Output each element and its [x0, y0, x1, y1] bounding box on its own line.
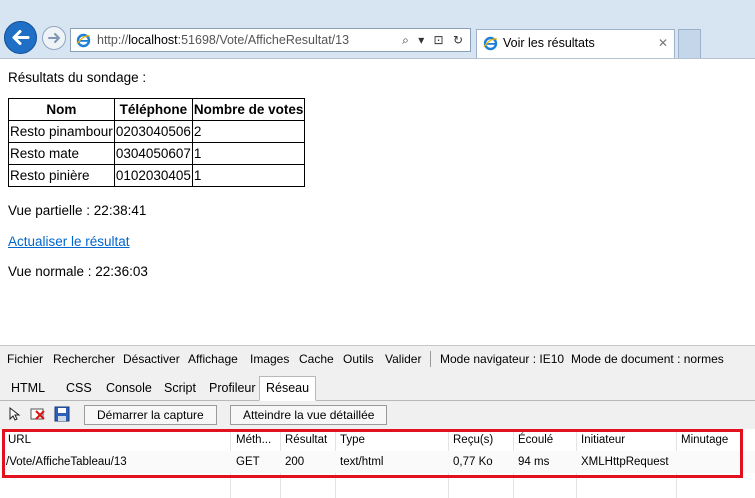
address-url: http://localhost:51698/Vote/AfficheResul…: [97, 29, 349, 51]
partial-view-time: Vue partielle : 22:38:41: [8, 203, 147, 218]
cell-votes: 2: [191, 120, 306, 143]
request-url: /Vote/AfficheTableau/13: [6, 456, 127, 468]
network-request-row[interactable]: /Vote/AfficheTableau/13 GET 200 text/htm…: [0, 451, 755, 473]
request-method: GET: [236, 456, 260, 468]
start-capture-button[interactable]: Démarrer la capture: [84, 405, 217, 425]
request-result: 200: [285, 456, 305, 468]
table-row: Resto pinambour 0203040506 2: [8, 120, 306, 143]
address-tools[interactable]: ⌕ ▾ ⊡ ↻: [402, 29, 466, 51]
column-header-method[interactable]: Méth...: [236, 429, 271, 451]
menu-separator: [430, 351, 431, 367]
column-header-elapsed[interactable]: Écoulé: [518, 429, 553, 451]
menu-file[interactable]: Fichier: [7, 346, 43, 372]
menu-tools[interactable]: Outils: [343, 346, 374, 372]
column-header-type[interactable]: Type: [340, 429, 365, 451]
request-received: 0,77 Ko: [453, 456, 493, 468]
developer-tools-panel: Fichier Rechercher Désactiver Affichage …: [0, 345, 755, 498]
cell-name: Resto pinière: [8, 164, 115, 187]
tab-ie-logo-icon: [483, 36, 498, 51]
normal-view-time: Vue normale : 22:36:03: [8, 264, 148, 279]
menu-disable[interactable]: Désactiver: [123, 346, 180, 372]
menu-images[interactable]: Images: [250, 346, 289, 372]
cell-votes: 1: [191, 142, 306, 165]
arrow-right-icon: [48, 33, 60, 43]
column-header-initiator[interactable]: Initiateur: [581, 429, 625, 451]
tab-close-icon[interactable]: ✕: [658, 30, 668, 56]
save-icon[interactable]: [54, 406, 70, 422]
browser-tab[interactable]: Voir les résultats ✕: [476, 29, 675, 58]
select-element-icon[interactable]: [7, 406, 23, 422]
cell-phone: 0102030405: [113, 164, 193, 187]
menu-document-mode[interactable]: Mode de document : normes: [571, 346, 724, 372]
network-header-row: URL Méth... Résultat Type Reçu(s) Écoulé…: [0, 429, 755, 452]
menu-validate[interactable]: Valider: [385, 346, 421, 372]
table-header-row: Nom Téléphone Nombre de votes: [8, 98, 306, 121]
new-tab-button[interactable]: [678, 29, 701, 58]
menu-browser-mode[interactable]: Mode navigateur : IE10: [440, 346, 564, 372]
url-host: localhost: [128, 33, 178, 47]
browser-chrome: http://localhost:51698/Vote/AfficheResul…: [0, 0, 755, 59]
request-type: text/html: [340, 456, 384, 468]
tab-console[interactable]: Console: [106, 377, 152, 400]
tab-script[interactable]: Script: [164, 377, 196, 400]
devtools-tabs: HTML CSS Console Script Profileur Réseau: [0, 373, 755, 401]
results-table: Nom Téléphone Nombre de votes Resto pina…: [8, 98, 306, 187]
column-header-result[interactable]: Résultat: [285, 429, 327, 451]
forward-button[interactable]: [42, 26, 66, 50]
request-initiator: XMLHttpRequest: [581, 456, 669, 468]
back-button[interactable]: [4, 21, 37, 54]
devtools-toolbar: Démarrer la capture Atteindre la vue dét…: [0, 402, 755, 427]
cell-name: Resto pinambour: [8, 120, 115, 143]
column-header: Nombre de votes: [191, 98, 306, 121]
menu-cache[interactable]: Cache: [299, 346, 334, 372]
url-path: :51698/Vote/AfficheResultat/13: [177, 33, 350, 47]
tab-network[interactable]: Réseau: [259, 376, 317, 401]
table-row: Resto mate 0304050607 1: [8, 142, 306, 165]
tab-profiler[interactable]: Profileur: [209, 377, 256, 400]
page-heading: Résultats du sondage :: [8, 70, 147, 85]
table-row: Resto pinière 0102030405 1: [8, 164, 306, 187]
tab-html[interactable]: HTML: [11, 377, 45, 400]
cell-votes: 1: [191, 164, 306, 187]
detailed-view-button[interactable]: Atteindre la vue détaillée: [230, 405, 388, 425]
cell-phone: 0304050607: [113, 142, 193, 165]
menu-search[interactable]: Rechercher: [53, 346, 115, 372]
request-elapsed: 94 ms: [518, 456, 550, 468]
column-header-timing[interactable]: Minutage: [681, 429, 728, 451]
address-bar[interactable]: http://localhost:51698/Vote/AfficheResul…: [70, 28, 471, 52]
column-header-url[interactable]: URL: [8, 429, 31, 451]
cell-phone: 0203040506: [113, 120, 193, 143]
column-header: Téléphone: [113, 98, 193, 121]
ie-logo-icon: [76, 33, 91, 48]
arrow-left-icon: [12, 30, 30, 45]
tab-title: Voir les résultats: [503, 36, 595, 50]
clear-cache-icon[interactable]: [30, 406, 46, 422]
network-grid: URL Méth... Résultat Type Reçu(s) Écoulé…: [0, 429, 755, 498]
column-header: Nom: [8, 98, 115, 121]
refresh-result-link[interactable]: Actualiser le résultat: [8, 234, 130, 249]
devtools-menubar: Fichier Rechercher Désactiver Affichage …: [0, 346, 755, 372]
url-scheme: http://: [97, 33, 129, 47]
tab-css[interactable]: CSS: [66, 377, 92, 400]
cell-name: Resto mate: [8, 142, 115, 165]
column-header-received[interactable]: Reçu(s): [453, 429, 493, 451]
menu-view[interactable]: Affichage: [188, 346, 238, 372]
